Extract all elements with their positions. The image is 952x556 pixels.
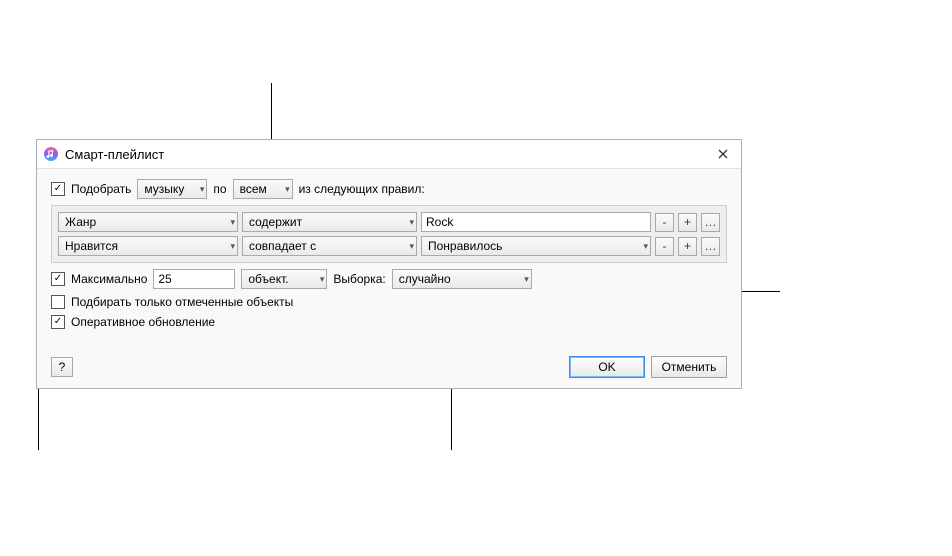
cancel-label: Отменить [662,360,717,374]
window-title: Смарт-плейлист [65,147,705,162]
app-icon [43,146,59,162]
rule-field-value: Нравится [65,239,118,253]
close-button[interactable] [711,144,735,164]
match-by-label: по [213,182,226,196]
smart-playlist-dialog: Смарт-плейлист ✓ Подобрать музыку ▾ по в… [36,139,742,389]
add-rule-button[interactable]: + [678,213,697,232]
match-scope-select[interactable]: всем ▾ [233,179,293,199]
match-checkbox[interactable]: ✓ [51,182,65,196]
remove-rule-button[interactable]: - [655,237,674,256]
live-update-label: Оперативное обновление [71,315,215,329]
rule-op-value: совпадает с [249,239,316,253]
match-row: ✓ Подобрать музыку ▾ по всем ▾ из следую… [51,179,727,199]
close-icon [718,149,728,159]
help-icon: ? [59,360,66,374]
checked-only-checkbox[interactable] [51,295,65,309]
ellipsis-icon: … [705,240,717,252]
rule-value-input[interactable] [421,212,651,232]
help-button[interactable]: ? [51,357,73,377]
dialog-footer: ? OK Отменить [37,356,741,388]
rule-options-button[interactable]: … [701,237,720,256]
limit-label: Максимально [71,272,147,286]
remove-rule-button[interactable]: - [655,213,674,232]
rule-op-select[interactable]: совпадает с ▾ [242,236,417,256]
chevron-down-icon: ▾ [409,241,414,252]
selection-select[interactable]: случайно ▾ [392,269,532,289]
live-update-row: ✓ Оперативное обновление [51,315,727,329]
ok-button[interactable]: OK [569,356,645,378]
chevron-down-icon: ▾ [409,217,414,228]
rule-row: Жанр ▾ содержит ▾ - + … [58,212,720,232]
ellipsis-icon: … [705,216,717,228]
cancel-button[interactable]: Отменить [651,356,727,378]
add-rule-button[interactable]: + [678,237,697,256]
rule-op-value: содержит [249,215,302,229]
minus-icon: - [663,240,667,252]
rule-field-select[interactable]: Нравится ▾ [58,236,238,256]
minus-icon: - [663,216,667,228]
limit-checkbox[interactable]: ✓ [51,272,65,286]
match-type-select[interactable]: музыку ▾ [137,179,207,199]
checked-only-label: Подбирать только отмеченные объекты [71,295,293,309]
limit-unit-select[interactable]: объект. ▾ [241,269,327,289]
chevron-down-icon: ▾ [230,241,235,252]
live-update-checkbox[interactable]: ✓ [51,315,65,329]
ok-label: OK [598,360,615,374]
chevron-down-icon: ▾ [320,274,325,285]
selection-label: Выборка: [333,272,385,286]
match-scope-value: всем [240,182,267,196]
plus-icon: + [684,216,691,228]
limit-unit-value: объект. [248,272,288,286]
rule-value-select[interactable]: Понравилось ▾ [421,236,651,256]
checked-only-row: Подбирать только отмеченные объекты [51,295,727,309]
rule-field-value: Жанр [65,215,96,229]
chevron-down-icon: ▾ [200,184,205,195]
rule-field-select[interactable]: Жанр ▾ [58,212,238,232]
chevron-down-icon: ▾ [524,274,529,285]
chevron-down-icon: ▾ [643,241,648,252]
limit-value-input[interactable] [153,269,235,289]
limit-row: ✓ Максимально объект. ▾ Выборка: случайн… [51,269,727,289]
rule-options-button[interactable]: … [701,213,720,232]
plus-icon: + [684,240,691,252]
match-label: Подобрать [71,182,131,196]
rule-op-select[interactable]: содержит ▾ [242,212,417,232]
chevron-down-icon: ▾ [285,184,290,195]
rules-container: Жанр ▾ содержит ▾ - + … Нравится ▾ [51,205,727,263]
titlebar: Смарт-плейлист [37,140,741,169]
match-suffix: из следующих правил: [299,182,425,196]
chevron-down-icon: ▾ [230,217,235,228]
rule-row: Нравится ▾ совпадает с ▾ Понравилось ▾ -… [58,236,720,256]
selection-value: случайно [399,272,451,286]
match-type-value: музыку [144,182,184,196]
rule-value-value: Понравилось [428,239,502,253]
